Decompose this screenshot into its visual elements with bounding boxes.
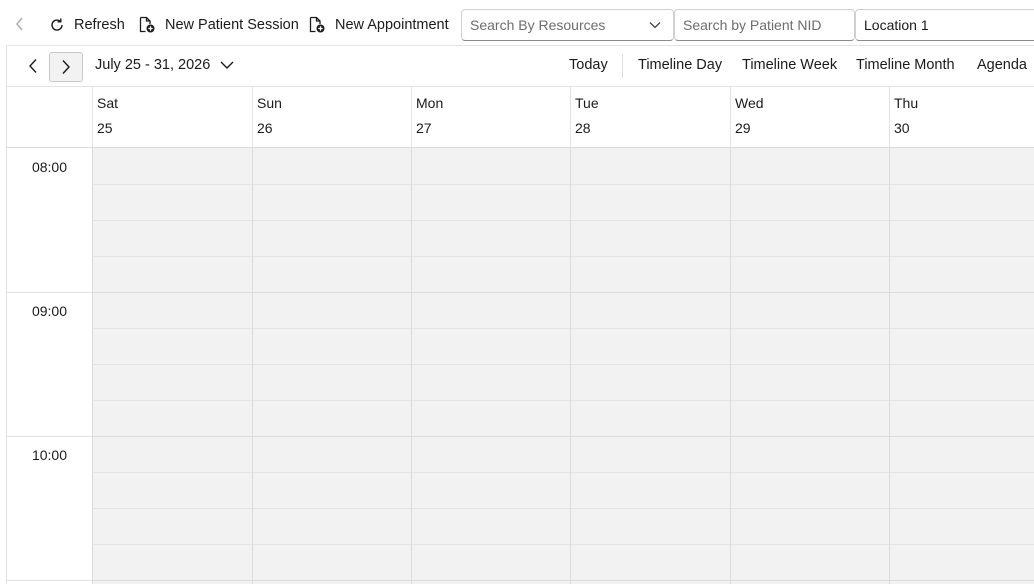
day-date: 29 [735,120,751,136]
timeline-day-view-button[interactable]: Timeline Day [638,57,722,73]
agenda-view-button[interactable]: Agenda [977,57,1027,73]
day-date: 25 [97,120,113,136]
slot-divider [92,472,1034,473]
day-name: Thu [894,95,919,111]
day-header[interactable]: Tue 28 [570,87,730,148]
new-appointment-label: New Appointment [335,17,449,33]
hour-divider [7,292,92,293]
time-label: 09:00 [31,303,68,319]
new-appointment-button[interactable]: New Appointment [308,10,449,40]
day-column-divider [889,148,890,584]
hour-divider [7,436,92,437]
time-label: 08:00 [31,159,68,175]
day-header[interactable]: Sat 25 [92,87,252,148]
day-column-divider [92,148,93,584]
day-name: Mon [416,95,444,111]
date-range-picker[interactable]: July 25 - 31, 2026 [95,57,234,73]
refresh-button[interactable]: Refresh [49,10,125,40]
refresh-icon [51,18,63,31]
location-dropdown[interactable]: Location 1 [855,9,1034,41]
document-add-icon [309,16,325,33]
day-column-divider [252,148,253,584]
hour-divider [92,292,1034,293]
resources-dropdown[interactable]: Search By Resources [461,9,674,41]
previous-week-button[interactable] [21,54,45,78]
day-name: Tue [575,95,599,111]
day-header[interactable]: Wed 29 [730,87,889,148]
toolbar: Refresh New Patient Session New Appointm… [0,0,1034,46]
new-patient-session-button[interactable]: New Patient Session [138,10,299,40]
slot-divider [92,328,1034,329]
slot-divider [92,364,1034,365]
slot-divider [92,256,1034,257]
day-date: 30 [894,120,910,136]
day-name: Sat [97,95,119,111]
next-week-button[interactable] [49,52,83,82]
day-header[interactable]: Sun 26 [252,87,411,148]
time-grid: 08:00 09:00 10:00 [7,148,1034,584]
day-header[interactable]: Mon 27 [411,87,570,148]
day-date: 26 [257,120,273,136]
slot-divider [92,220,1034,221]
time-column: 08:00 09:00 10:00 [7,148,92,584]
divider [622,54,623,78]
patient-nid-search[interactable] [674,9,855,41]
slot-divider [92,508,1034,509]
hour-divider [92,436,1034,437]
back-button[interactable] [9,12,31,36]
day-date: 27 [416,120,432,136]
slot-divider [92,400,1034,401]
today-button[interactable]: Today [569,57,608,73]
day-name: Wed [735,95,764,111]
slot-divider [92,184,1034,185]
day-name: Sun [257,95,282,111]
location-value: Location 1 [864,17,929,33]
refresh-label: Refresh [74,17,125,33]
hour-divider [7,580,92,581]
hour-divider [92,580,1034,581]
chevron-left-icon [16,17,23,31]
chevron-down-icon [220,61,234,69]
day-column-divider [730,148,731,584]
day-header[interactable]: Thu 30 [889,87,1034,148]
chevron-down-icon [649,22,661,29]
date-range-label: July 25 - 31, 2026 [95,57,211,73]
calendar: July 25 - 31, 2026 Today Timeline Day Ti… [6,45,1034,584]
day-date: 28 [575,120,591,136]
calendar-header: July 25 - 31, 2026 Today Timeline Day Ti… [7,46,1034,87]
day-column-divider [570,148,571,584]
day-column-divider [411,148,412,584]
chevron-left-icon [29,59,37,73]
timeline-week-view-button[interactable]: Timeline Week [742,57,837,73]
time-slot-cells[interactable] [92,148,1034,584]
patient-nid-input[interactable] [683,17,854,33]
timeline-month-view-button[interactable]: Timeline Month [856,57,955,73]
slot-divider [92,544,1034,545]
document-add-icon [139,16,155,33]
chevron-right-icon [62,60,70,74]
scheduler-app: Refresh New Patient Session New Appointm… [0,0,1034,584]
resources-placeholder: Search By Resources [470,17,606,33]
new-patient-session-label: New Patient Session [165,17,299,33]
time-label: 10:00 [31,447,68,463]
day-header-row: Sat 25 Sun 26 Mon 27 Tue 28 Wed 29 Thu 3… [7,87,1034,148]
